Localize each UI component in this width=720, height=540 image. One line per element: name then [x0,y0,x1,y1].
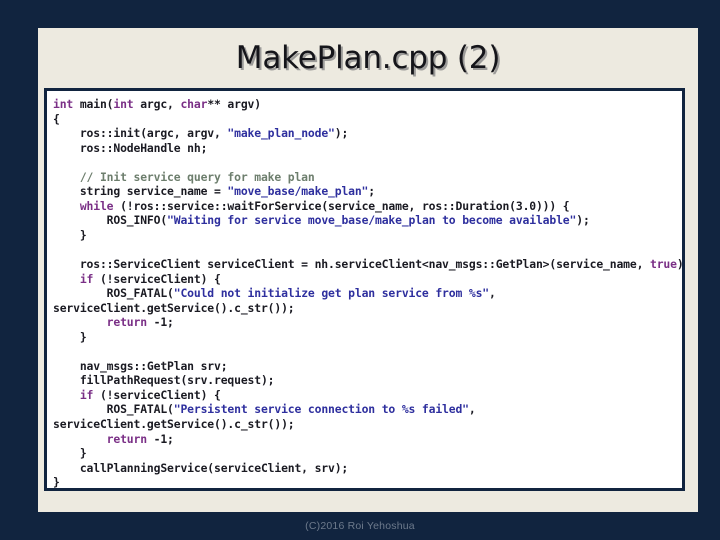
code-token-pln: (!serviceClient) { [93,271,221,286]
code-line: if (!serviceClient) { [53,388,682,403]
code-token-pln: -1; [146,431,174,446]
code-line: callPlanningService(serviceClient, srv); [53,461,682,476]
code-token-pln: ROS_INFO( [53,213,168,228]
code-token-pln: (!ros::service::waitForService(service_n… [113,198,570,213]
source-code: int main(int argc, char** argv) { ros::i… [47,91,682,490]
code-token-pln: -1; [146,315,174,330]
code-line: serviceClient.getService().c_str()); [53,417,682,432]
code-line: } [53,330,682,345]
code-token-kw: int [53,97,74,111]
code-token-pln: ); [676,257,684,272]
code-token-pln: main( [73,97,114,111]
code-token-kw: int [113,97,134,111]
code-token-pln: ros::NodeHandle nh; [53,140,208,155]
code-token-pln [53,315,107,329]
code-line: } [53,446,682,461]
code-line: return -1; [53,432,682,447]
presentation-slide: MakePlan.cpp (2) int main(int argc, char… [0,0,720,540]
slide-content-panel: MakePlan.cpp (2) int main(int argc, char… [38,28,698,512]
code-token-pln: ** argv) [207,97,261,111]
code-token-pln: string service_name = [53,184,228,199]
code-token-str: "make_plan_node" [227,126,335,141]
code-line: // Init service query for make plan [53,170,682,185]
code-line: fillPathRequest(srv.request); [53,373,682,388]
code-token-pln: ROS_FATAL( [53,286,174,301]
page-title: MakePlan.cpp (2) [235,40,501,76]
code-token-kw: return [106,315,147,330]
code-token-pln: ros::ServiceClient serviceClient = nh.se… [53,257,650,272]
code-token-pln: serviceClient.getService().c_str()); [53,417,295,432]
code-line: ROS_INFO("Waiting for service move_base/… [53,213,682,228]
code-line: ros::init(argc, argv, "make_plan_node"); [53,126,682,141]
code-token-cmt: // Init service query for make plan [53,169,315,184]
code-line: { [53,112,682,127]
code-line: string service_name = "move_base/make_pl… [53,184,682,199]
code-token-str: "Persistent service connection to %s fai… [173,402,469,417]
copyright-text: (C)2016 Roi Yehoshua [305,520,415,532]
code-token-pln: ); [334,126,349,141]
code-line: } [53,475,682,490]
code-token-pln: , [468,402,476,417]
code-token-pln: } [53,446,87,461]
code-line: if (!serviceClient) { [53,272,682,287]
code-token-kw: if [79,387,94,402]
code-token-kw: char [180,97,208,111]
code-token-pln: argc, [133,97,181,111]
code-token-kw: while [79,198,114,213]
code-token-pln [53,272,80,286]
code-block-container: int main(int argc, char** argv) { ros::i… [44,88,685,491]
code-token-pln [53,388,80,402]
code-token-pln: ros::init(argc, argv, [53,126,228,141]
code-token-pln: nav_msgs::GetPlan srv; [53,358,228,373]
code-line: ROS_FATAL("Persistent service connection… [53,402,682,417]
code-line: ROS_FATAL("Could not initialize get plan… [53,286,682,301]
code-token-pln: fillPathRequest(srv.request); [53,373,275,388]
code-token-pln: , [489,286,496,301]
slide-title-block: MakePlan.cpp (2) [38,28,698,88]
code-line: int main(int argc, char** argv) [53,97,682,112]
code-line: ros::NodeHandle nh; [53,141,682,156]
code-token-str: "move_base/make_plan" [227,184,369,199]
code-token-pln: (!serviceClient) { [93,387,221,402]
code-token-kw: return [106,431,147,446]
code-line: } [53,228,682,243]
code-line: serviceClient.getService().c_str()); [53,301,682,316]
code-token-pln [53,432,107,446]
code-token-pln: ); [576,213,590,228]
code-token-pln [53,199,80,213]
code-token-str: "Waiting for service move_base/make_plan… [167,213,577,228]
code-token-pln: serviceClient.getService().c_str()); [53,300,295,315]
code-token-pln: callPlanningService(serviceClient, srv); [53,460,349,475]
code-token-pln: ROS_FATAL( [53,402,174,417]
code-line: nav_msgs::GetPlan srv; [53,359,682,374]
code-token-pln: } [53,329,87,344]
slide-footer: (C)2016 Roi Yehoshua [0,512,720,540]
code-token-pln: { [53,111,60,126]
code-token-pln: } [53,227,87,242]
code-token-pln: ; [368,184,375,199]
code-token-str: "Could not initialize get plan service f… [173,286,490,301]
code-token-pln: } [53,475,60,490]
code-token-kw: if [79,271,94,286]
code-line: ros::ServiceClient serviceClient = nh.se… [53,257,682,272]
code-line: while (!ros::service::waitForService(ser… [53,199,682,214]
code-token-kw: true [650,257,677,272]
code-line: return -1; [53,315,682,330]
